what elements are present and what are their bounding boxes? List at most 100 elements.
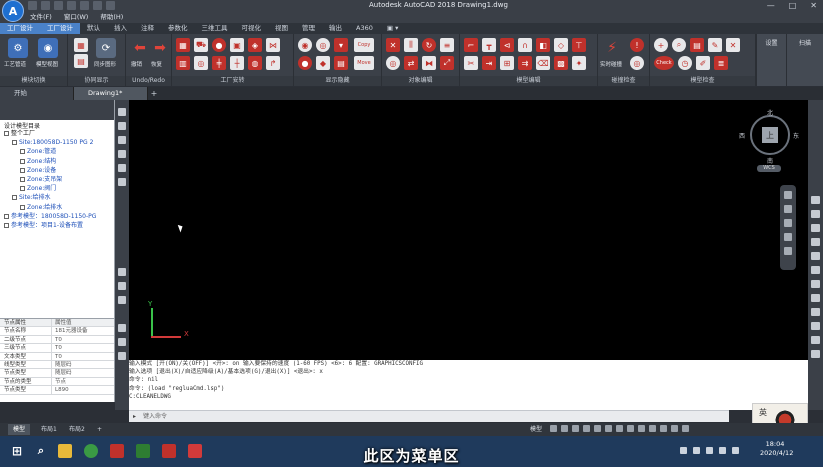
check-button[interactable]: Check	[654, 56, 674, 70]
steering-wheel-icon[interactable]	[784, 191, 792, 199]
nozzle-icon[interactable]: ◎	[194, 56, 208, 70]
toolbar-icon[interactable]	[118, 352, 126, 360]
tab-start[interactable]: 开始	[0, 87, 74, 100]
property-row[interactable]: 节点的类型 节点	[0, 377, 114, 387]
expand-icon[interactable]	[20, 177, 25, 183]
eye-icon[interactable]: ◉	[298, 38, 312, 52]
workspace-gear-icon[interactable]	[638, 425, 645, 432]
customize-icon[interactable]	[682, 425, 689, 432]
add-tab-button[interactable]: +	[148, 87, 160, 100]
expand-icon[interactable]	[20, 158, 25, 164]
expand-icon[interactable]	[12, 195, 17, 201]
tank-icon[interactable]: ▣	[230, 38, 244, 52]
eye-open-icon[interactable]: ◎	[316, 38, 330, 52]
filter-icon[interactable]: ▾	[334, 38, 348, 52]
toolbar-icon[interactable]	[811, 224, 820, 232]
compass-west[interactable]: 西	[739, 131, 745, 140]
undo-icon[interactable]	[93, 1, 102, 10]
split-icon[interactable]: ⫼	[404, 38, 418, 52]
tree-item[interactable]: Zone:结构	[4, 157, 96, 166]
reducer-icon[interactable]: ⊲	[500, 38, 514, 52]
elbow-icon[interactable]: ↱	[266, 56, 280, 70]
weld-icon[interactable]: ✦	[572, 56, 586, 70]
snap-toggle-icon[interactable]	[561, 425, 568, 432]
osnap-toggle-icon[interactable]	[594, 425, 601, 432]
extend-icon[interactable]: ⇥	[482, 56, 496, 70]
clock-icon[interactable]: ◷	[678, 56, 692, 70]
showmotion-icon[interactable]	[784, 247, 792, 255]
close-button[interactable]: ✕	[810, 1, 817, 10]
connect-icon[interactable]: ⇄	[404, 56, 418, 70]
model-space-button[interactable]: 模型	[530, 424, 542, 433]
toolbar-icon[interactable]	[118, 136, 126, 144]
undo-arrow-icon[interactable]: ⬅	[130, 38, 150, 58]
toolbar-icon[interactable]	[118, 324, 126, 332]
toolbar-icon[interactable]	[811, 322, 820, 330]
property-row[interactable]: 节点类型 L890	[0, 386, 114, 395]
report-icon[interactable]: ▤	[690, 38, 704, 52]
align-icon[interactable]: ≡	[440, 38, 454, 52]
tree-item[interactable]: Zone:支吊架	[4, 175, 96, 184]
panel-scan[interactable]: 扫描	[786, 34, 823, 86]
cut-icon[interactable]: ✂	[464, 56, 478, 70]
toolbar-icon[interactable]	[811, 266, 820, 274]
mirror-icon[interactable]: ⧓	[422, 56, 436, 70]
sync-graphic-icon[interactable]: ⟳	[96, 38, 116, 58]
expand-icon[interactable]	[12, 140, 17, 146]
property-row[interactable]: 二级节点 T0	[0, 335, 114, 345]
clean-screen-icon[interactable]	[671, 425, 678, 432]
toolbar-icon[interactable]	[811, 336, 820, 344]
pump-icon[interactable]: ●	[212, 38, 226, 52]
clear-icon[interactable]: ✕	[726, 38, 740, 52]
redo-icon[interactable]	[106, 1, 115, 10]
toolbar-icon[interactable]	[811, 308, 820, 316]
panel-settings[interactable]: 设置	[756, 34, 786, 86]
tab-more[interactable]: ▣ ▾	[380, 23, 405, 34]
collision-target-icon[interactable]: ◎	[630, 56, 644, 70]
tab-layout1[interactable]: 布局1	[36, 424, 62, 435]
drawing-canvas[interactable]: 上 北 南 东 西 WCS Y X	[129, 100, 808, 360]
truck-icon[interactable]: ⛟	[194, 38, 208, 52]
toolbar-icon[interactable]	[811, 280, 820, 288]
cube-icon[interactable]: ◆	[316, 56, 330, 70]
offset-icon[interactable]: ⇉	[518, 56, 532, 70]
list-icon[interactable]: ≣	[714, 56, 728, 70]
toolbar-icon[interactable]	[811, 252, 820, 260]
toolbar-icon[interactable]	[811, 294, 820, 302]
copy-button[interactable]: Copy	[354, 38, 374, 52]
property-row[interactable]: 节点名称 181元器设备	[0, 327, 114, 336]
cap-icon[interactable]: ◧	[536, 38, 550, 52]
tab-annotate[interactable]: 注释	[134, 23, 161, 34]
scale-icon[interactable]: ⤢	[440, 56, 454, 70]
menu-window[interactable]: 窗口(W)	[58, 12, 95, 23]
tree-item[interactable]: Site:给排水	[4, 193, 96, 202]
grid-toggle-icon[interactable]	[550, 425, 557, 432]
lightning-icon[interactable]: ⚡	[602, 38, 622, 58]
hanger-icon[interactable]: ⊤	[572, 38, 586, 52]
annotation-scale-icon[interactable]	[627, 425, 634, 432]
lineweight-toggle-icon[interactable]	[616, 425, 623, 432]
viewcube-top-face[interactable]: 上	[762, 127, 778, 143]
tab-plant-design[interactable]: 工厂设计	[0, 23, 40, 34]
property-row[interactable]: 节点类型 随层码	[0, 369, 114, 378]
tree-item[interactable]: 参考模型：180058D-1150-PG	[4, 212, 96, 221]
tab-visualize[interactable]: 可视化	[235, 23, 269, 34]
tree-item[interactable]: Zone:管道	[4, 147, 96, 156]
toolbar-icon[interactable]	[118, 150, 126, 158]
erase-icon[interactable]: ⌫	[536, 56, 550, 70]
tab-model[interactable]: 模型	[8, 424, 31, 435]
toolbar-icon[interactable]	[118, 296, 126, 304]
move-button[interactable]: Move	[354, 56, 374, 70]
autocad-logo-icon[interactable]: A	[2, 0, 24, 22]
warning-icon[interactable]: !	[630, 38, 644, 52]
expand-icon[interactable]	[4, 131, 9, 136]
hardware-accel-icon[interactable]	[660, 425, 667, 432]
minimize-button[interactable]: —	[767, 1, 775, 10]
valve-icon[interactable]: ⋈	[266, 38, 280, 52]
expand-icon[interactable]	[4, 223, 9, 229]
toolbar-icon[interactable]	[118, 178, 126, 186]
wcs-menu-button[interactable]: WCS	[757, 165, 781, 172]
toolbar-icon[interactable]	[811, 350, 820, 358]
tree-item[interactable]: 参考模型：项目1-设备布置	[4, 221, 96, 230]
delete-icon[interactable]: ✕	[386, 38, 400, 52]
